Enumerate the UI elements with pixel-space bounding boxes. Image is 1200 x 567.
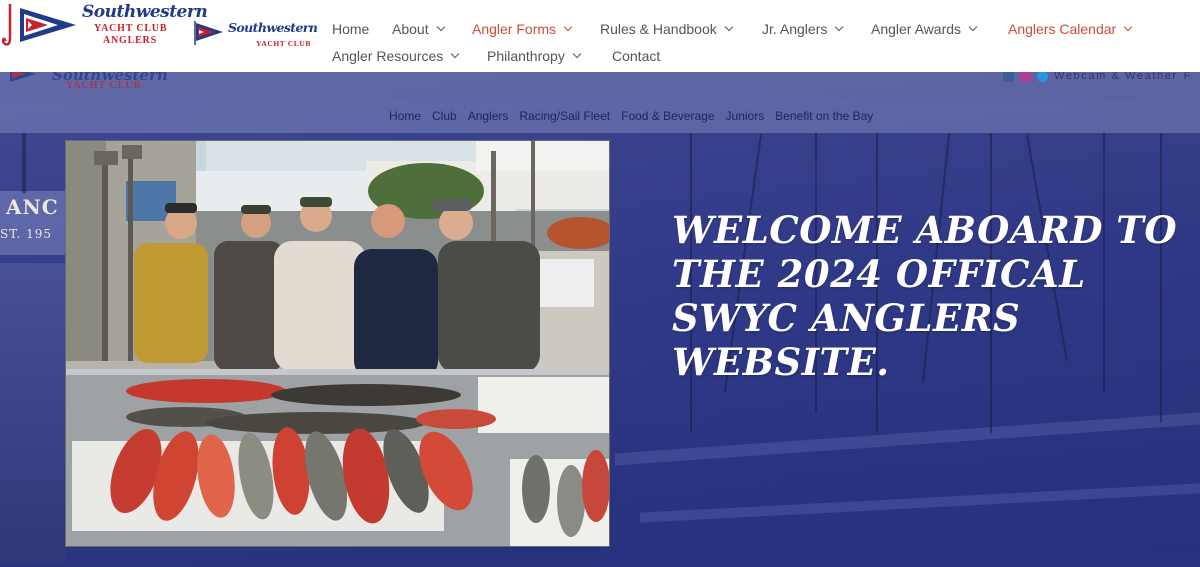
- nav-jr-anglers[interactable]: Jr. Anglers: [762, 21, 844, 37]
- chevron-down-icon: [572, 49, 582, 59]
- background-subnav: Home Club Anglers Racing/Sail Fleet Food…: [0, 100, 1200, 133]
- anglers-catch-illustration: [66, 141, 609, 546]
- nav-anglers-calendar-label: Anglers Calendar: [1008, 21, 1117, 37]
- chevron-down-icon: [1123, 22, 1133, 32]
- background-post: [22, 133, 26, 193]
- burgee-flag-icon: [10, 72, 36, 82]
- anglers-logo[interactable]: Southwestern YACHT CLUB ANGLERS: [0, 0, 208, 50]
- nav-angler-awards[interactable]: Angler Awards: [871, 21, 978, 37]
- nav-angler-awards-label: Angler Awards: [871, 21, 962, 37]
- nav-philanthropy-label: Philanthropy: [487, 48, 565, 64]
- background-sign-text: ANC: [6, 195, 59, 219]
- webcam-weather-suffix: F: [1183, 72, 1192, 82]
- anglers-catch-photo: [65, 140, 610, 547]
- background-social-bar: Webcam & Weather F: [1003, 72, 1192, 82]
- twitter-icon: [1037, 72, 1049, 82]
- nav-about-label: About: [392, 21, 429, 37]
- site-header: Southwestern YACHT CLUB ANGLERS Southwes…: [0, 0, 1200, 72]
- chevron-down-icon: [968, 22, 978, 32]
- chevron-down-icon: [436, 22, 445, 32]
- background-site-header: Southwestern YACHT CLUB Webcam & Weather…: [0, 72, 1200, 100]
- fishhook-icon: [2, 4, 12, 46]
- logo-name: Southwestern: [82, 2, 208, 22]
- nav-contact[interactable]: Contact: [612, 48, 660, 64]
- nav-philanthropy[interactable]: Philanthropy: [487, 48, 582, 64]
- nav-rules-handbook[interactable]: Rules & Handbook: [600, 21, 733, 37]
- chevron-down-icon: [835, 22, 844, 32]
- nav-angler-forms-label: Angler Forms: [472, 21, 557, 37]
- yacht-club-logo[interactable]: Southwestern YACHT CLUB: [194, 18, 318, 52]
- burgee-flag-icon: [194, 21, 223, 45]
- facebook-icon: [1003, 72, 1015, 82]
- nav-contact-label: Contact: [612, 48, 661, 64]
- angler-3: [274, 197, 366, 371]
- subnav-anglers: Anglers: [467, 109, 509, 123]
- yacht-club-logo-name: Southwestern: [228, 20, 318, 35]
- subnav-club: Club: [432, 109, 457, 123]
- angler-4: [354, 204, 438, 379]
- background-wall: [0, 263, 66, 563]
- subnav-food-beverage: Food & Beverage: [621, 109, 715, 123]
- logo-subtitle: YACHT CLUB: [94, 23, 168, 34]
- subnav-juniors: Juniors: [725, 109, 765, 123]
- nav-rules-handbook-label: Rules & Handbook: [600, 21, 717, 37]
- nav-angler-resources-label: Angler Resources: [332, 48, 444, 64]
- nav-anglers-calendar[interactable]: Anglers Calendar: [1008, 21, 1133, 37]
- main-navigation: Home About Angler Forms Rules & Handbook…: [320, 0, 1180, 72]
- nav-angler-resources[interactable]: Angler Resources: [332, 48, 460, 64]
- nav-home-label: Home: [332, 21, 370, 37]
- nav-about[interactable]: About: [392, 21, 445, 37]
- subnav-home: Home: [389, 109, 422, 123]
- chevron-down-icon: [451, 49, 460, 59]
- angler-5: [432, 199, 540, 373]
- hero-section: Southwestern YACHT CLUB Webcam & Weather…: [0, 72, 1200, 567]
- chevron-down-icon: [563, 22, 573, 32]
- logo-subtitle-anglers: ANGLERS: [103, 35, 157, 46]
- subnav-racing: Racing/Sail Fleet: [519, 109, 611, 123]
- nav-home[interactable]: Home: [332, 21, 369, 37]
- nav-jr-anglers-label: Jr. Anglers: [762, 21, 828, 37]
- webcam-weather-link: Webcam & Weather: [1054, 72, 1178, 82]
- background-sign: ANC ST. 195: [0, 191, 66, 255]
- burgee-flag-icon: [20, 8, 76, 42]
- background-logo: Southwestern YACHT CLUB: [8, 72, 178, 98]
- nav-angler-forms[interactable]: Angler Forms: [472, 21, 573, 37]
- instagram-icon: [1020, 72, 1032, 82]
- angler-2: [214, 205, 284, 371]
- welcome-heading: Welcome aboard to the 2024 offical SWYC …: [672, 208, 1178, 384]
- background-sign-text-2: ST. 195: [0, 227, 52, 241]
- subnav-benefit: Benefit on the Bay: [775, 109, 874, 123]
- yacht-club-logo-subtitle: YACHT CLUB: [256, 39, 311, 48]
- chevron-down-icon: [724, 22, 733, 32]
- background-logo-subtitle: YACHT CLUB: [66, 80, 142, 91]
